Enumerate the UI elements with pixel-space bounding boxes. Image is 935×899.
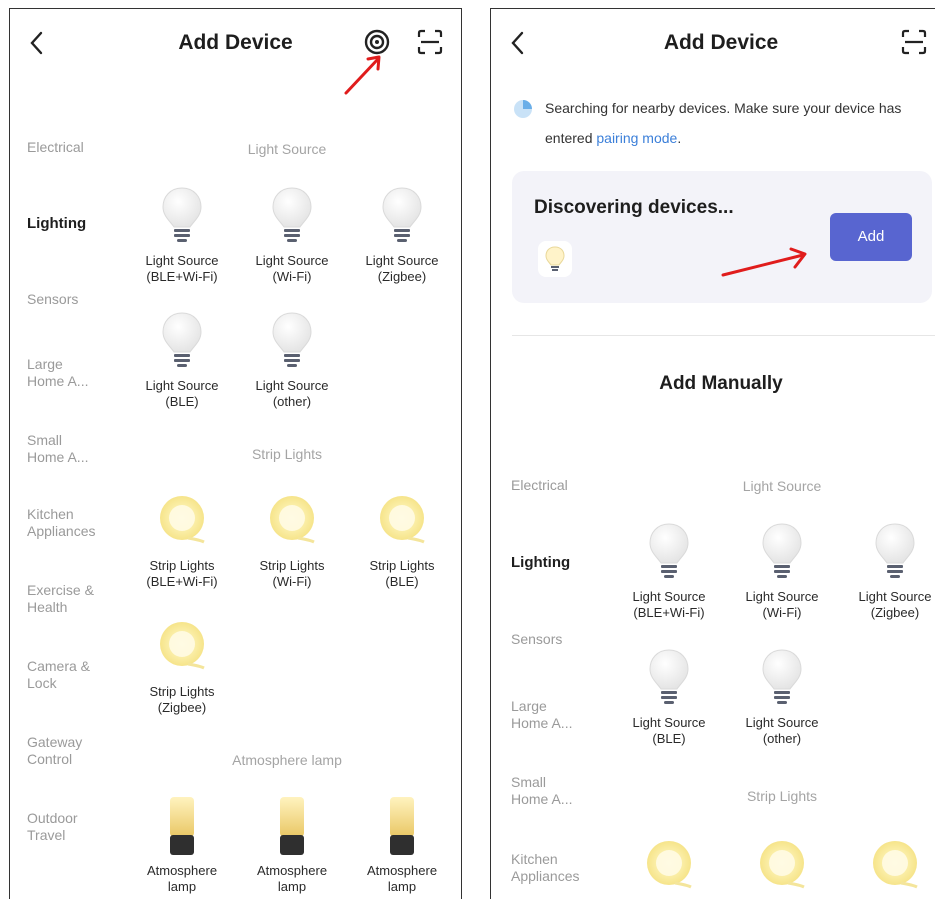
bulb-icon: [649, 523, 689, 579]
device-label: Strip Lights (Zigbee): [149, 684, 215, 715]
device-label: Light Source (BLE): [145, 378, 219, 409]
category-lighting[interactable]: Lighting: [27, 215, 86, 232]
category-large-home[interactable]: Large Home A...: [511, 698, 572, 732]
bulb-icon: [762, 649, 802, 705]
category-small-home[interactable]: Small Home A...: [511, 774, 572, 808]
category-gateway[interactable]: Gateway Control: [27, 734, 82, 768]
device-label: Light Source (BLE): [632, 715, 706, 746]
category-large-home[interactable]: Large Home A...: [27, 356, 88, 390]
device-label: Light Source (Wi-Fi): [255, 253, 329, 284]
lamp-icon: [170, 797, 194, 855]
add-button[interactable]: Add: [830, 213, 912, 261]
device-label: Strip Lights (BLE): [369, 558, 435, 589]
strip-light-icon: [871, 839, 919, 889]
search-message: Searching for nearby devices. Make sure …: [545, 93, 933, 153]
category-camera[interactable]: Camera & Lock: [27, 658, 90, 692]
bulb-icon: [382, 187, 422, 243]
right-screen: Add Device Searching for nearby devices.…: [490, 8, 935, 899]
strip-light-icon: [758, 839, 806, 889]
device-label: Light Source (Zigbee): [858, 589, 932, 620]
search-message-suffix: .: [677, 130, 682, 146]
discovering-card: Discovering devices... Add: [512, 171, 932, 303]
header: Add Device: [10, 9, 461, 71]
bulb-icon: [272, 312, 312, 368]
section-light-source: Light Source: [247, 141, 327, 157]
scan-icon[interactable]: [415, 27, 445, 57]
searching-icon: [514, 100, 532, 118]
device-label: Light Source (Wi-Fi): [745, 589, 819, 620]
device-label: Atmosphere lamp: [256, 863, 328, 894]
bulb-icon: [649, 649, 689, 705]
device-label: Atmosphere lamp: [146, 863, 218, 894]
device-label: Atmosphere lamp: [366, 863, 438, 894]
header: Add Device: [491, 9, 935, 71]
pairing-mode-link[interactable]: pairing mode: [596, 130, 677, 146]
category-electrical[interactable]: Electrical: [27, 139, 84, 156]
category-small-home[interactable]: Small Home A...: [27, 432, 88, 466]
device-label: Light Source (Zigbee): [365, 253, 439, 284]
device-label: Strip Lights (BLE+Wi-Fi): [146, 558, 218, 589]
category-sensors[interactable]: Sensors: [511, 631, 562, 648]
left-screen: Add Device Electrical Lighting Sensors L…: [9, 8, 462, 899]
target-icon[interactable]: [362, 27, 392, 57]
category-kitchen[interactable]: Kitchen Appliances: [27, 506, 96, 540]
bulb-icon: [272, 187, 312, 243]
add-manually-heading: Add Manually: [659, 373, 783, 394]
page-title: Add Device: [663, 31, 779, 54]
strip-light-icon: [158, 494, 206, 544]
section-strip-lights: Strip Lights: [251, 446, 323, 462]
strip-light-icon: [378, 494, 426, 544]
strip-light-icon: [158, 620, 206, 670]
category-kitchen[interactable]: Kitchen Appliances: [511, 851, 580, 885]
category-lighting[interactable]: Lighting: [511, 554, 570, 571]
section-light-source: Light Source: [742, 478, 822, 494]
section-atmosphere-lamp: Atmosphere lamp: [232, 752, 342, 768]
category-electrical[interactable]: Electrical: [511, 477, 568, 494]
bulb-icon: [875, 523, 915, 579]
discovering-title: Discovering devices...: [534, 197, 734, 218]
category-sensors[interactable]: Sensors: [27, 291, 78, 308]
page-title: Add Device: [178, 31, 293, 54]
device-label: Strip Lights (Wi-Fi): [259, 558, 325, 589]
device-label: Light Source (BLE+Wi-Fi): [632, 589, 706, 620]
lamp-icon: [280, 797, 304, 855]
scan-icon[interactable]: [899, 27, 929, 57]
category-exercise[interactable]: Exercise & Health: [27, 582, 94, 616]
discovered-bulb-icon[interactable]: [538, 241, 572, 277]
bulb-icon: [762, 523, 802, 579]
bulb-icon: [162, 312, 202, 368]
category-outdoor[interactable]: Outdoor Travel: [27, 810, 78, 844]
strip-light-icon: [645, 839, 693, 889]
divider: [512, 335, 935, 336]
strip-light-icon: [268, 494, 316, 544]
device-label: Light Source (BLE+Wi-Fi): [145, 253, 219, 284]
device-label: Light Source (other): [255, 378, 329, 409]
lamp-icon: [390, 797, 414, 855]
section-strip-lights: Strip Lights: [746, 788, 818, 804]
device-label: Light Source (other): [745, 715, 819, 746]
bulb-icon: [162, 187, 202, 243]
